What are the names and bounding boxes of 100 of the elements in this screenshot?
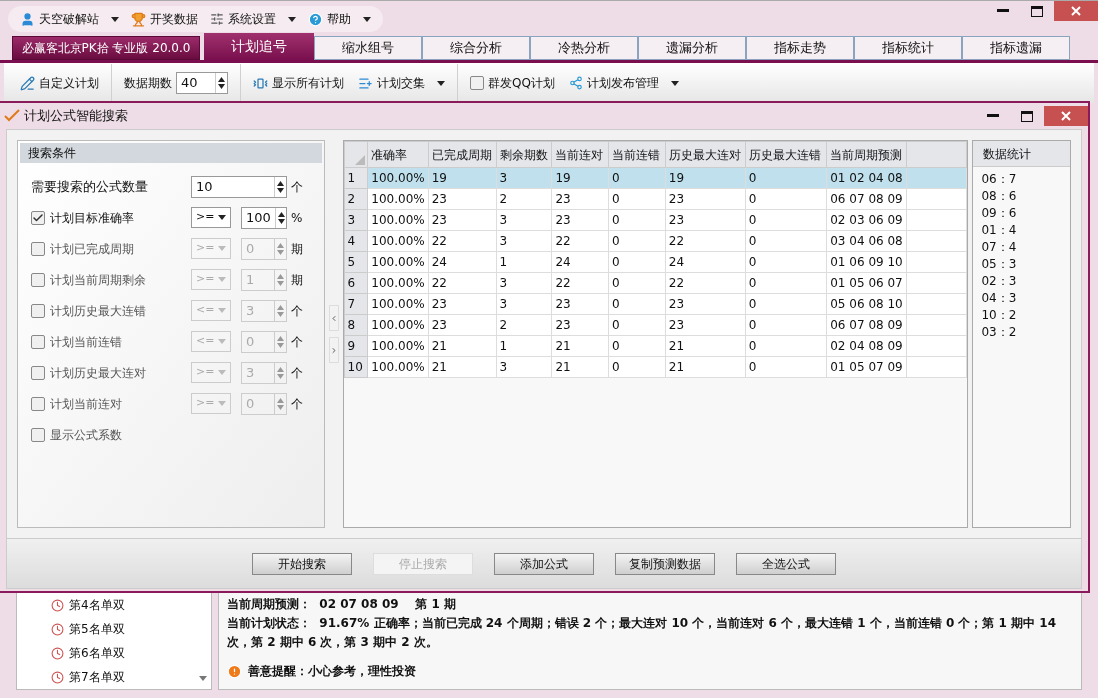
operator-select[interactable]: >= <box>191 207 231 228</box>
dialog-button[interactable]: 复制预测数据 <box>615 552 715 575</box>
tab[interactable]: 计划追号 <box>204 33 314 60</box>
spin-down-icon[interactable] <box>277 218 285 224</box>
checkbox[interactable] <box>31 241 45 256</box>
checkbox[interactable] <box>470 76 484 90</box>
spin-down-icon[interactable] <box>218 84 225 89</box>
table-row[interactable]: 9 100.00% 21 1 21 0 21 0 02 04 08 09 <box>344 335 967 357</box>
unit-label: 个 <box>291 302 303 320</box>
user-icon <box>20 11 35 27</box>
clock-icon <box>51 598 64 612</box>
table-cell: 100.00% <box>367 335 429 357</box>
ribbon-checkbox[interactable]: 群发QQ计划 <box>470 74 555 92</box>
table-cell: 19 <box>665 167 746 189</box>
close-icon <box>1061 111 1071 121</box>
table-cell: 1 <box>496 251 552 273</box>
tab[interactable]: 综合分析 <box>422 36 530 60</box>
column-header[interactable]: 历史最大连错 <box>745 141 827 168</box>
table-cell: 1 <box>496 335 552 357</box>
help-icon <box>308 11 323 27</box>
menu-item[interactable]: 天空破解站 <box>20 10 119 28</box>
checkbox[interactable] <box>31 396 45 411</box>
table-cell: 23 <box>428 314 497 336</box>
checkbox[interactable] <box>31 365 45 380</box>
ribbon-button[interactable]: 显示所有计划 <box>253 74 344 92</box>
ribbon-button[interactable]: 计划发布管理 <box>568 74 679 92</box>
menu-label: 天空破解站 <box>39 11 99 28</box>
stats-entry: 04：3 <box>981 290 1018 306</box>
column-header[interactable]: 已完成周期 <box>428 141 497 168</box>
table-row[interactable]: 10 100.00% 21 3 21 0 21 0 01 05 07 09 <box>344 356 967 378</box>
table-cell: 21 <box>665 356 746 378</box>
table-row[interactable]: 5 100.00% 24 1 24 0 24 0 01 06 09 10 <box>344 251 967 273</box>
dialog-button[interactable]: 开始搜索 <box>252 552 352 575</box>
column-header[interactable]: 历史最大连对 <box>665 141 746 168</box>
tab[interactable]: 指标遗漏 <box>962 36 1070 60</box>
tab[interactable]: 缩水组号 <box>314 36 422 60</box>
dialog-button[interactable]: 全选公式 <box>736 552 836 575</box>
status-text: 当前周期预测： 02 07 08 09 第 1 期 <box>227 596 458 613</box>
table-cell: 0 <box>608 293 666 315</box>
table-row[interactable]: 7 100.00% 23 3 23 0 23 0 05 06 08 10 <box>344 293 967 315</box>
tab[interactable]: 指标走势 <box>746 36 854 60</box>
table-row[interactable]: 4 100.00% 22 3 22 0 22 0 03 04 06 08 <box>344 230 967 252</box>
spinner-field[interactable]: 100 <box>241 206 287 229</box>
dialog-button[interactable]: 添加公式 <box>494 552 594 575</box>
spinner-value: 0 <box>245 394 256 413</box>
column-header[interactable]: 当前连对 <box>551 141 609 168</box>
ribbon-button[interactable]: 计划交集 <box>358 74 445 92</box>
plan-list-item[interactable]: 第6名单双 <box>51 641 211 665</box>
table-cell: 22 <box>665 230 746 252</box>
plan-list-item[interactable]: 第7名单双 <box>51 665 211 689</box>
column-header[interactable]: 剩余期数 <box>496 141 552 168</box>
scroll-down-icon[interactable] <box>199 676 207 681</box>
menu-item[interactable]: 系统设置 <box>210 10 296 28</box>
column-header[interactable]: 当前周期预测 <box>826 141 907 168</box>
spinner-field[interactable]: 10 <box>191 175 287 198</box>
close-button[interactable] <box>1054 1 1098 21</box>
close-icon <box>1071 6 1081 16</box>
menu-item[interactable]: 开奖数据 <box>131 10 198 28</box>
table-row[interactable]: 2 100.00% 23 2 23 0 23 0 06 07 08 09 <box>344 188 967 210</box>
row-number: 9 <box>344 335 368 357</box>
table-cell: 23 <box>665 293 746 315</box>
plan-list-item[interactable]: 第4名单双 <box>51 593 211 617</box>
menu-item[interactable]: 帮助 <box>308 10 371 28</box>
table-row[interactable]: 1 100.00% 19 3 19 0 19 0 01 02 04 08 <box>344 167 967 189</box>
table-cell: 01 05 06 07 <box>826 272 907 294</box>
collapse-left-button[interactable] <box>328 305 339 331</box>
checkbox[interactable] <box>31 334 45 349</box>
app-title-tab[interactable]: 必赢客北京PK拾 专业版 20.0.0 <box>12 36 200 60</box>
tab[interactable]: 指标统计 <box>854 36 962 60</box>
table-row[interactable]: 6 100.00% 22 3 22 0 22 0 01 05 06 07 <box>344 272 967 294</box>
table-row[interactable]: 8 100.00% 23 2 23 0 23 0 06 07 08 09 <box>344 314 967 336</box>
close-button[interactable] <box>1044 106 1088 126</box>
table-cell: 3 <box>496 293 552 315</box>
table-cell: 3 <box>496 209 552 231</box>
checkbox[interactable] <box>31 210 45 225</box>
spin-up-icon[interactable] <box>218 77 225 82</box>
dropdown-arrow-icon <box>437 80 445 86</box>
spinner-field[interactable]: 40 <box>176 72 228 94</box>
ribbon-button[interactable]: 自定义计划 <box>20 74 99 92</box>
spin-up-icon[interactable] <box>277 211 285 217</box>
checkbox[interactable] <box>31 303 45 318</box>
checkbox[interactable] <box>31 427 45 442</box>
table-row[interactable]: 3 100.00% 23 3 23 0 23 0 02 03 06 09 <box>344 209 967 231</box>
share-icon <box>568 76 583 90</box>
collapse-right-button[interactable] <box>328 337 339 363</box>
spin-down-icon[interactable] <box>277 187 284 193</box>
table-cell: 100.00% <box>367 272 429 294</box>
column-header[interactable]: 当前连错 <box>608 141 666 168</box>
table-cell: 100.00% <box>367 209 429 231</box>
spin-up-icon[interactable] <box>277 180 284 186</box>
plan-list-item[interactable]: 第5名单双 <box>51 617 211 641</box>
tab[interactable]: 冷热分析 <box>530 36 638 60</box>
table-cell: 0 <box>608 230 666 252</box>
table-cell: 24 <box>428 251 497 273</box>
dropdown-arrow-icon <box>218 339 226 344</box>
checkbox[interactable] <box>31 272 45 287</box>
spinner-value: 10 <box>195 177 214 196</box>
table-cell: 01 06 09 10 <box>826 251 907 273</box>
tab[interactable]: 遗漏分析 <box>638 36 746 60</box>
column-header[interactable]: 准确率 <box>367 141 429 168</box>
